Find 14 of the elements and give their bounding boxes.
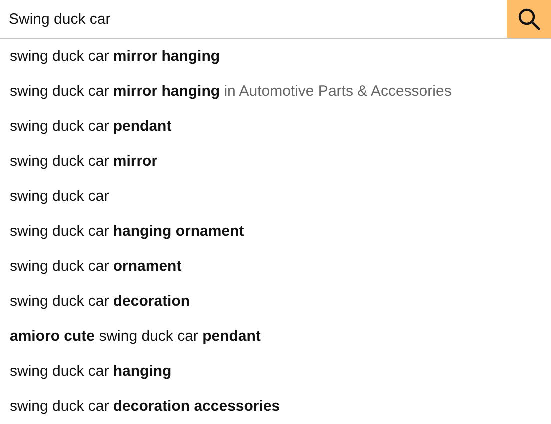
search-button[interactable] <box>507 0 551 38</box>
suggestion-item[interactable]: swing duck car mirror hanging in Automotive Parts & Accessories <box>0 74 462 109</box>
suggestion-item[interactable]: swing duck car decoration accessories <box>0 389 290 424</box>
search-icon <box>517 7 541 31</box>
suggestion-item[interactable]: swing duck car hanging ornament <box>0 214 254 249</box>
suggestion-item[interactable]: swing duck car <box>0 179 120 214</box>
suggestion-item[interactable]: swing duck car hanging <box>0 354 182 389</box>
suggestion-item[interactable]: amioro cute swing duck car pendant <box>0 319 271 354</box>
suggestion-item[interactable]: swing duck car ornament <box>0 249 192 284</box>
suggestion-item[interactable]: swing duck car mirror hanging <box>0 39 230 74</box>
suggestion-item[interactable]: swing duck car decoration <box>0 284 200 319</box>
suggestion-item[interactable]: swing duck car pendant <box>0 109 182 144</box>
suggestion-item[interactable]: swing duck car mirror <box>0 144 168 179</box>
department-text: in Automotive Parts & Accessories <box>223 83 452 100</box>
